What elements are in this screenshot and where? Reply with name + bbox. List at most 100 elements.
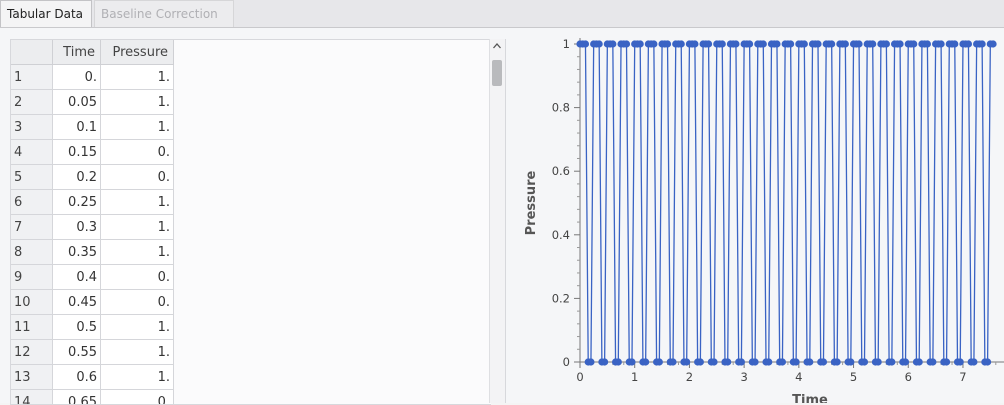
- table-row[interactable]: 40.150.: [11, 140, 174, 165]
- x-tick-label: 7: [959, 370, 966, 384]
- data-point: [623, 40, 630, 47]
- row-number: 5: [11, 165, 53, 190]
- data-point: [656, 358, 663, 365]
- cell-time[interactable]: 0.3: [53, 215, 101, 240]
- table-row[interactable]: 70.31.: [11, 215, 174, 240]
- cell-pressure[interactable]: 0.: [101, 290, 174, 315]
- data-point: [883, 40, 890, 47]
- data-point: [828, 40, 835, 47]
- cell-time[interactable]: 0.55: [53, 340, 101, 365]
- tab-baseline-correction[interactable]: Baseline Correction: [94, 0, 234, 27]
- row-number: 3: [11, 115, 53, 140]
- cell-pressure[interactable]: 1.: [101, 65, 174, 90]
- column-header-time[interactable]: Time: [53, 40, 101, 65]
- cell-time[interactable]: 0.35: [53, 240, 101, 265]
- table-row[interactable]: 10.1.: [11, 65, 174, 90]
- data-point: [820, 358, 827, 365]
- cell-time[interactable]: 0.4: [53, 265, 101, 290]
- table-row[interactable]: 60.251.: [11, 190, 174, 215]
- table-row[interactable]: 20.051.: [11, 90, 174, 115]
- data-point: [943, 358, 950, 365]
- cell-time[interactable]: 0.1: [53, 115, 101, 140]
- data-point: [724, 358, 731, 365]
- data-point: [896, 40, 903, 47]
- table-row[interactable]: 120.551.: [11, 340, 174, 365]
- data-point: [751, 358, 758, 365]
- cell-pressure[interactable]: 1.: [101, 215, 174, 240]
- row-number: 9: [11, 265, 53, 290]
- x-tick-label: 1: [631, 370, 638, 384]
- cell-pressure[interactable]: 1.: [101, 365, 174, 390]
- data-point: [937, 40, 944, 47]
- data-point: [814, 40, 821, 47]
- tab-tabular-data[interactable]: Tabular Data: [0, 0, 92, 27]
- cell-time[interactable]: 0.05: [53, 90, 101, 115]
- x-axis-label: Time: [792, 393, 828, 403]
- row-number: 11: [11, 315, 53, 340]
- cell-time[interactable]: 0.: [53, 65, 101, 90]
- row-number: 10: [11, 290, 53, 315]
- cell-pressure[interactable]: 1.: [101, 115, 174, 140]
- y-tick-label: 0.6: [552, 164, 570, 178]
- y-tick-label: 0: [563, 355, 570, 369]
- row-number: 8: [11, 240, 53, 265]
- data-point: [929, 358, 936, 365]
- cell-time[interactable]: 0.5: [53, 315, 101, 340]
- table-row[interactable]: 130.61.: [11, 365, 174, 390]
- data-point: [683, 358, 690, 365]
- cell-pressure[interactable]: 1.: [101, 340, 174, 365]
- data-point: [957, 358, 964, 365]
- data-point: [664, 40, 671, 47]
- data-point: [697, 358, 704, 365]
- cell-pressure[interactable]: 1.: [101, 315, 174, 340]
- data-point: [842, 40, 849, 47]
- data-point: [984, 358, 991, 365]
- data-point: [793, 358, 800, 365]
- table-row[interactable]: 100.450.: [11, 290, 174, 315]
- data-point: [609, 40, 616, 47]
- row-number: 7: [11, 215, 53, 240]
- data-point: [746, 40, 753, 47]
- y-tick-label: 0.2: [552, 291, 570, 305]
- table-row[interactable]: 50.20.: [11, 165, 174, 190]
- cell-pressure[interactable]: 1.: [101, 190, 174, 215]
- data-point: [705, 40, 712, 47]
- cell-time[interactable]: 0.2: [53, 165, 101, 190]
- cell-time[interactable]: 0.15: [53, 140, 101, 165]
- cell-pressure[interactable]: 0.: [101, 265, 174, 290]
- data-point: [642, 358, 649, 365]
- table-row[interactable]: 80.351.: [11, 240, 174, 265]
- y-tick-label: 0.8: [552, 101, 570, 115]
- chevron-up-icon[interactable]: [492, 41, 502, 51]
- cell-time[interactable]: 0.45: [53, 290, 101, 315]
- data-point: [738, 358, 745, 365]
- data-point: [801, 40, 808, 47]
- cell-pressure[interactable]: 0.: [101, 165, 174, 190]
- cell-pressure[interactable]: 1.: [101, 90, 174, 115]
- column-header-pressure[interactable]: Pressure: [101, 40, 174, 65]
- cell-pressure[interactable]: 0.: [101, 140, 174, 165]
- row-number: 13: [11, 365, 53, 390]
- table-scrollbar[interactable]: [489, 39, 506, 403]
- data-point: [669, 358, 676, 365]
- y-axis-label: Pressure: [524, 170, 539, 235]
- row-number: 4: [11, 140, 53, 165]
- data-point: [888, 358, 895, 365]
- data-grid: Time Pressure 10.1.20.051.30.11.40.150.5…: [11, 40, 174, 405]
- data-point: [916, 358, 923, 365]
- table-row[interactable]: 110.51.: [11, 315, 174, 340]
- data-point: [601, 358, 608, 365]
- corner-cell: [11, 40, 53, 65]
- cell-time[interactable]: 0.6: [53, 365, 101, 390]
- data-point: [765, 358, 772, 365]
- table-row[interactable]: 30.11.: [11, 115, 174, 140]
- scroll-thumb[interactable]: [492, 60, 502, 86]
- cell-time[interactable]: 0.25: [53, 190, 101, 215]
- row-number: 6: [11, 190, 53, 215]
- data-point: [650, 40, 657, 47]
- x-tick-label: 6: [905, 370, 912, 384]
- x-tick-label: 2: [686, 370, 693, 384]
- data-point: [719, 40, 726, 47]
- cell-pressure[interactable]: 1.: [101, 240, 174, 265]
- table-row[interactable]: 90.40.: [11, 265, 174, 290]
